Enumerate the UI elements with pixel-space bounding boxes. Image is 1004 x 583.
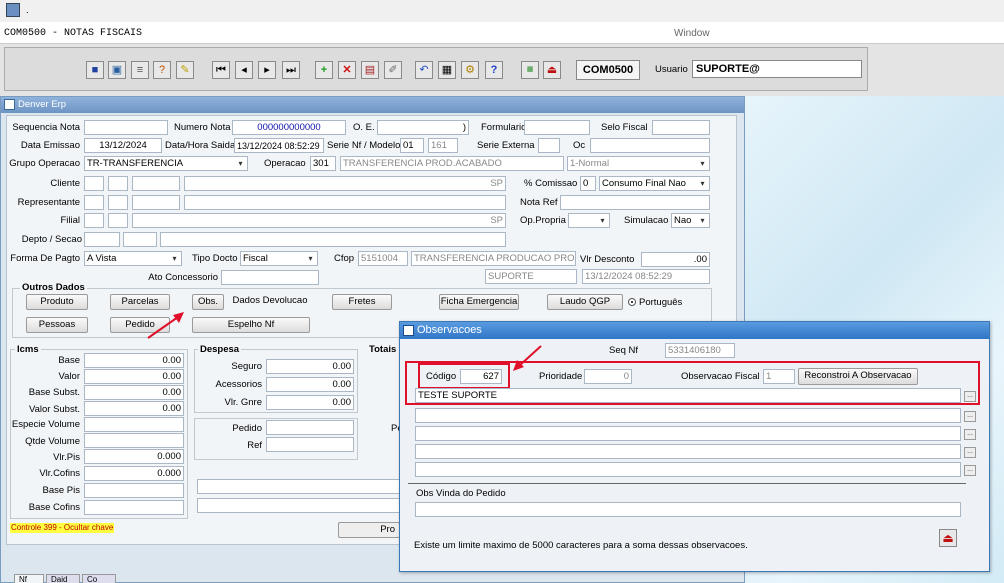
arrow-head <box>173 312 184 323</box>
arrow-to-codigo <box>518 345 542 367</box>
annotation-arrows <box>147 312 542 371</box>
arrow-to-obs <box>147 316 179 339</box>
